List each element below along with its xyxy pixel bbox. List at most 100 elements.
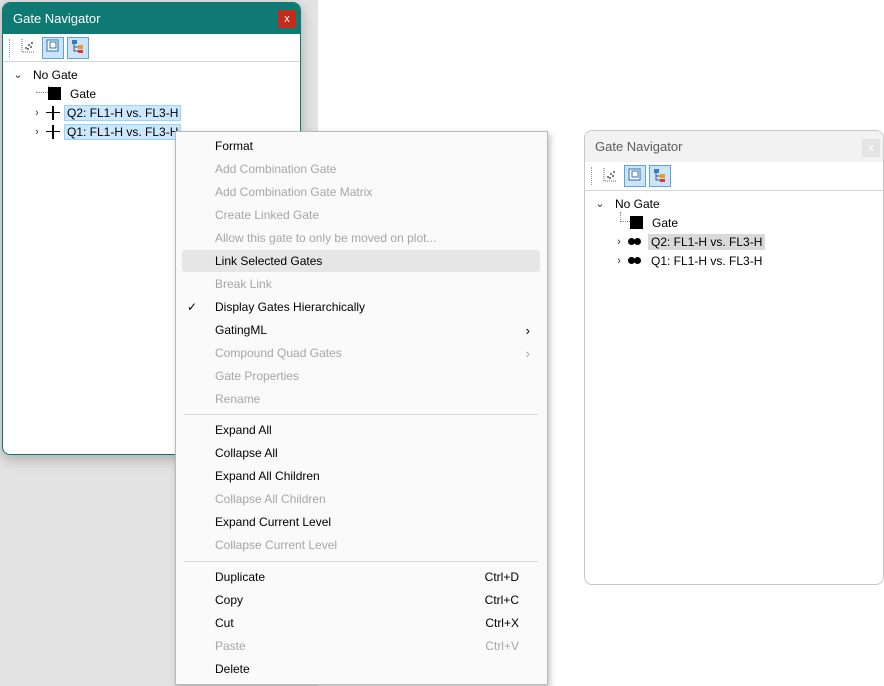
menu-item-break-link: Break Link bbox=[182, 273, 540, 295]
menu-item-gatingml[interactable]: GatingML › bbox=[182, 319, 540, 341]
menu-item-label: Collapse Current Level bbox=[215, 538, 338, 552]
quadrant-gate-icon bbox=[628, 256, 646, 266]
rectangle-gate-icon bbox=[630, 216, 643, 229]
menu-item-label: Compound Quad Gates bbox=[215, 346, 342, 360]
scatter-plot-icon bbox=[20, 38, 36, 57]
close-button[interactable]: x bbox=[862, 139, 880, 157]
menu-item-collapse-all-children: Collapse All Children bbox=[182, 488, 540, 510]
menu-item-label: Allow this gate to only be moved on plot… bbox=[215, 231, 437, 245]
menu-item-add-combination-gate-matrix: Add Combination Gate Matrix bbox=[182, 181, 540, 203]
menu-item-shortcut: Ctrl+D bbox=[484, 570, 519, 584]
chevron-right-icon[interactable]: › bbox=[31, 107, 43, 119]
chevron-down-icon[interactable]: ⌄ bbox=[594, 197, 606, 210]
menu-item-gate-properties: Gate Properties bbox=[182, 365, 540, 387]
menu-item-create-linked-gate: Create Linked Gate bbox=[182, 204, 540, 226]
menu-item-label: Link Selected Gates bbox=[215, 254, 323, 268]
quadrant-gate-icon bbox=[46, 124, 60, 139]
menu-item-collapse-all[interactable]: Collapse All bbox=[182, 442, 540, 464]
quadrant-gate-icon bbox=[628, 237, 646, 247]
menu-item-shortcut: Ctrl+C bbox=[484, 593, 519, 607]
menu-item-link-selected-gates[interactable]: Link Selected Gates bbox=[182, 250, 540, 272]
view-gate-button[interactable] bbox=[42, 36, 64, 59]
menu-separator bbox=[184, 414, 538, 415]
menu-item-label: Add Combination Gate bbox=[215, 162, 337, 176]
tree-node-root[interactable]: ⌄ No Gate bbox=[585, 194, 883, 213]
hierarchy-icon bbox=[70, 38, 86, 57]
context-menu: Format Add Combination Gate Add Combinat… bbox=[175, 131, 548, 685]
tree-node-q2[interactable]: › Q2: FL1-H vs. FL3-H bbox=[585, 232, 883, 251]
view-gate-button[interactable] bbox=[624, 165, 646, 187]
menu-item-label: Delete bbox=[215, 662, 250, 676]
menu-item-expand-all-children[interactable]: Expand All Children bbox=[182, 465, 540, 487]
tree-node-label: Q2: FL1-H vs. FL3-H bbox=[64, 104, 182, 121]
hierarchy-icon bbox=[652, 167, 668, 186]
chevron-right-icon: › bbox=[525, 322, 530, 338]
menu-separator bbox=[184, 561, 538, 562]
menu-item-cut[interactable]: Cut Ctrl+X bbox=[182, 612, 540, 634]
chevron-right-icon[interactable]: › bbox=[31, 126, 43, 138]
menu-item-duplicate[interactable]: Duplicate Ctrl+D bbox=[182, 566, 540, 588]
gate-window-icon bbox=[627, 167, 643, 186]
checkmark-icon: ✓ bbox=[187, 300, 198, 314]
toolbar-grip[interactable] bbox=[9, 38, 12, 57]
chevron-right-icon: › bbox=[525, 345, 530, 361]
menu-item-label: Gate Properties bbox=[215, 369, 300, 383]
tree-node-q2[interactable]: › Q2: FL1-H vs. FL3-H bbox=[3, 103, 300, 122]
chevron-right-icon[interactable]: › bbox=[613, 255, 625, 267]
menu-item-allow-move-on-plot: Allow this gate to only be moved on plot… bbox=[182, 227, 540, 249]
tree-node-gate[interactable]: Gate bbox=[3, 84, 300, 103]
gate-tree: ⌄ No Gate Gate › Q2: FL1-H vs. FL3-H › Q… bbox=[585, 191, 883, 270]
menu-item-format[interactable]: Format bbox=[182, 135, 540, 157]
hierarchy-button[interactable] bbox=[67, 36, 89, 59]
tree-node-label: No Gate bbox=[33, 67, 78, 82]
gate-window-icon bbox=[45, 38, 61, 57]
tree-node-label: Gate bbox=[652, 215, 679, 230]
menu-item-label: Collapse All bbox=[215, 446, 278, 460]
gate-plot-button[interactable] bbox=[17, 37, 39, 59]
tree-node-label: No Gate bbox=[615, 196, 660, 211]
menu-item-delete[interactable]: Delete bbox=[182, 658, 540, 680]
chevron-down-icon[interactable]: ⌄ bbox=[12, 68, 24, 81]
gate-tree: ⌄ No Gate Gate › Q2: FL1-H vs. FL3-H › Q… bbox=[3, 62, 300, 141]
menu-item-label: Paste bbox=[215, 639, 246, 653]
tree-node-label: Q1: FL1-H vs. FL3-H bbox=[64, 123, 182, 140]
chevron-right-icon[interactable]: › bbox=[613, 236, 625, 248]
window-title: Gate Navigator bbox=[595, 139, 683, 154]
tree-node-label: Q2: FL1-H vs. FL3-H bbox=[648, 233, 766, 250]
menu-item-label: Break Link bbox=[215, 277, 272, 291]
gate-plot-button[interactable] bbox=[599, 165, 621, 187]
menu-item-display-gates-hierarchically[interactable]: ✓ Display Gates Hierarchically bbox=[182, 296, 540, 318]
tree-node-label: Gate bbox=[70, 86, 97, 101]
toolbar bbox=[3, 34, 300, 62]
tree-node-label: Q1: FL1-H vs. FL3-H bbox=[651, 253, 763, 268]
menu-item-label: GatingML bbox=[215, 323, 268, 337]
menu-item-paste: Paste Ctrl+V bbox=[182, 635, 540, 657]
close-button[interactable]: x bbox=[278, 10, 296, 28]
menu-item-add-combination-gate: Add Combination Gate bbox=[182, 158, 540, 180]
tree-node-q1[interactable]: › Q1: FL1-H vs. FL3-H bbox=[585, 251, 883, 270]
window-title: Gate Navigator bbox=[13, 11, 101, 26]
title-bar[interactable]: Gate Navigator x bbox=[3, 3, 300, 34]
rectangle-gate-icon bbox=[48, 87, 61, 100]
tree-node-root[interactable]: ⌄ No Gate bbox=[3, 65, 300, 84]
menu-item-label: Format bbox=[215, 139, 254, 153]
menu-item-label: Cut bbox=[215, 616, 234, 630]
menu-item-rename: Rename bbox=[182, 388, 540, 410]
tree-node-gate[interactable]: Gate bbox=[585, 213, 883, 232]
menu-item-label: Copy bbox=[215, 593, 244, 607]
scatter-plot-icon bbox=[602, 167, 618, 186]
toolbar-grip[interactable] bbox=[591, 167, 594, 185]
menu-item-label: Expand Current Level bbox=[215, 515, 332, 529]
menu-item-expand-all[interactable]: Expand All bbox=[182, 419, 540, 441]
menu-item-expand-current-level[interactable]: Expand Current Level bbox=[182, 511, 540, 533]
hierarchy-button[interactable] bbox=[649, 165, 671, 187]
menu-item-label: Display Gates Hierarchically bbox=[215, 300, 366, 314]
title-bar[interactable]: Gate Navigator x bbox=[585, 131, 883, 162]
menu-item-shortcut: Ctrl+V bbox=[485, 639, 519, 653]
gate-navigator-window-inactive: Gate Navigator x ⌄ No Gate Gate › Q2: FL… bbox=[584, 130, 884, 585]
menu-item-label: Create Linked Gate bbox=[215, 208, 320, 222]
menu-item-label: Collapse All Children bbox=[215, 492, 326, 506]
menu-item-copy[interactable]: Copy Ctrl+C bbox=[182, 589, 540, 611]
menu-item-label: Rename bbox=[215, 392, 261, 406]
toolbar bbox=[585, 162, 883, 191]
